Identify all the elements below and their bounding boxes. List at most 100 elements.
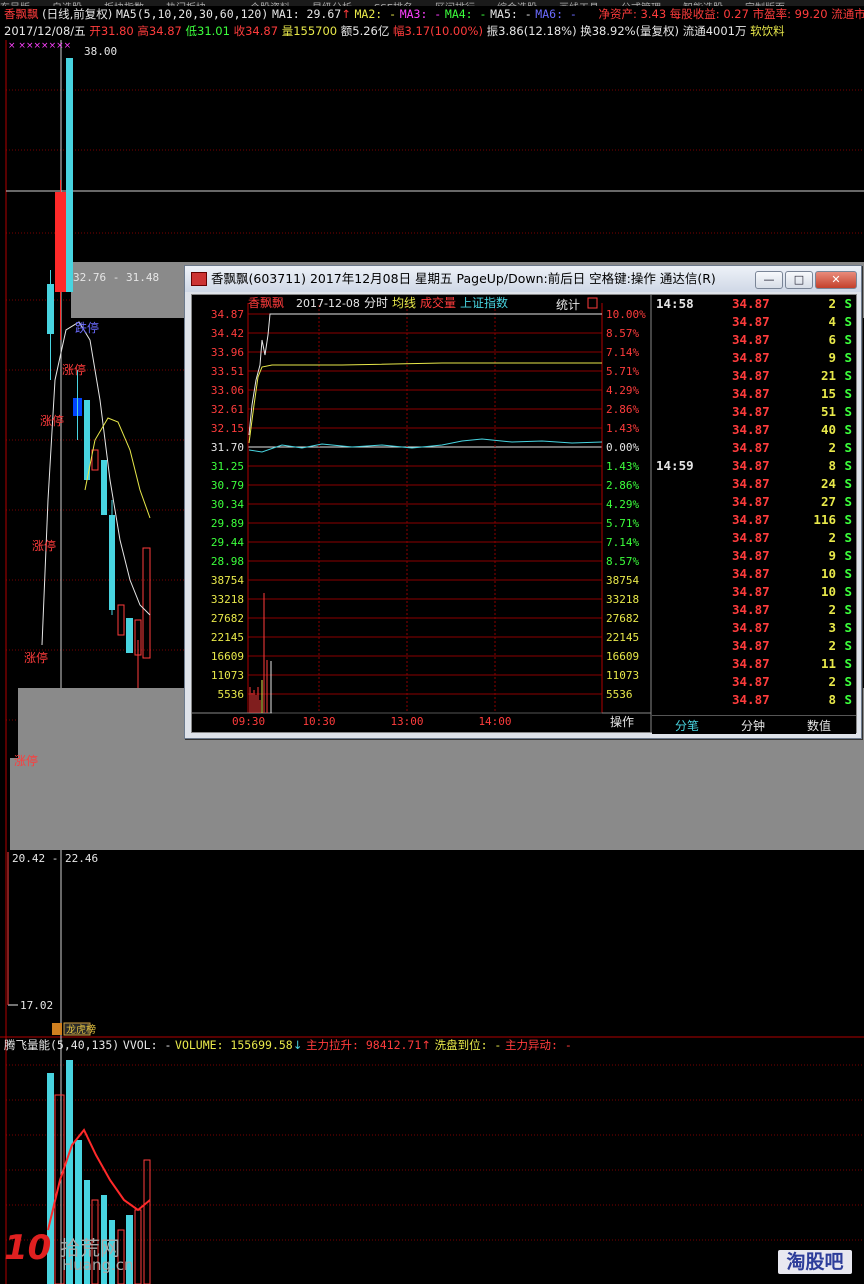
close-price: 收34.87 [233,24,279,38]
trade-price: 34.87 [732,386,770,401]
tab-ticks[interactable]: 分笔 [654,717,720,734]
trade-side: S [844,638,852,653]
pct-tick: 8.57% [606,327,639,340]
ma6-value: MA6: - [535,7,577,21]
low-price: 低31.01 [185,24,230,38]
open-price: 开31.80 [89,24,134,38]
popup-chart-date: 2017-12-08 [296,297,360,310]
trade-row: 34.87 8 S [652,692,856,710]
pct-tick: 4.29% [606,384,639,397]
trade-row: 34.87 15 S [652,386,856,404]
trade-list[interactable]: 14:58 34.87 2 S 34.87 4 S 34.87 6 S 34.87 9 S 34.87 21… [652,295,856,715]
change: 幅3.17(10.00%) [393,24,483,38]
trade-side: S [844,692,852,707]
maximize-button[interactable]: □ [785,271,813,289]
ma2-value: MA2: - [354,7,397,21]
price-tick: 29.89 [211,517,244,530]
popup-stock-name: 香飘飘 [248,296,284,310]
float-cap: 流通市 [831,7,864,21]
tab-values[interactable]: 数值 [786,717,852,734]
limit-up-label: 涨停 [32,538,56,553]
trade-price: 34.87 [732,692,770,707]
price-tick: 34.42 [211,327,244,340]
vvol-value: VVOL: - [122,1038,172,1052]
price-tick: 31.70 [211,441,244,454]
avg-line [248,362,602,444]
volume-tick: 22145 [606,631,639,644]
trade-volume: 4 [828,314,836,329]
trade-price: 34.87 [732,548,770,563]
trade-volume: 8 [828,692,836,707]
indicator-name[interactable]: 腾飞量能 [4,1038,50,1052]
time-tick: 14:00 [478,715,511,728]
trade-volume: 40 [820,422,836,437]
trade-volume: 8 [828,458,836,473]
tab-minutes[interactable]: 分钟 [720,717,786,734]
eps: 每股收益: 0.27 [669,7,749,21]
trade-volume: 9 [828,350,836,365]
trade-row: 34.87 9 S [652,548,856,566]
trade-row: 34.87 40 S [652,422,856,440]
candle [126,618,133,653]
ma2-line [84,417,151,519]
trade-time: 14:59 [656,458,694,473]
trade-price: 34.87 [732,296,770,311]
trade-price: 34.87 [732,404,770,419]
volume-tick: 22145 [211,631,244,644]
trade-volume: 10 [820,566,836,581]
trade-price: 34.87 [732,656,770,671]
popup-titlebar[interactable]: 香飘飘(603711) 2017年12月08日 星期五 PageUp/Down:… [185,266,861,292]
trade-row: 34.87 51 S [652,404,856,422]
trade-side: S [844,494,852,509]
pct-tick: 5.71% [606,517,639,530]
minimize-button[interactable]: — [755,271,783,289]
trade-row: 34.87 2 S [652,638,856,656]
intraday-chart[interactable]: 香飘飘 2017-12-08 分时 均线 成交量 上证指数 统计 34.8734… [192,295,652,732]
price-tick: 34.87 [211,308,244,321]
trade-side: S [844,404,852,419]
price-tick: 33.96 [211,346,244,359]
pct-tick: 1.43% [606,422,639,435]
indicator-params: (5,40,135) [50,1038,120,1052]
trade-side: S [844,674,852,689]
trade-volume: 116 [813,512,836,527]
trade-volume: 10 [820,584,836,599]
info-line-2: 2017/12/08/五 开31.80 高34.87 低31.01 收34.87… [4,23,785,39]
ma1-value: MA1: 29.67 [271,7,342,21]
pct-tick: 2.86% [606,403,639,416]
pct-tick: 0.00% [606,441,639,454]
volume-down-arrow-icon: ↓ [292,1038,303,1052]
trade-volume: 2 [828,602,836,617]
tab-index: 上证指数 [460,295,508,310]
pct-tick: 10.00% [606,308,646,321]
trade-side: S [844,620,852,635]
intraday-popup-window[interactable]: 香飘飘(603711) 2017年12月08日 星期五 PageUp/Down:… [184,265,862,739]
pct-tick: 2.86% [606,479,639,492]
turnover: 换38.92%(量复权) [580,24,680,38]
trade-side: S [844,512,852,527]
close-button[interactable]: ✕ [815,271,857,289]
watermark-logo-number: 10 [4,1228,52,1268]
volume: 量155700 [281,24,338,38]
ma-params: MA5(5,10,20,30,60,120) [115,7,269,21]
sector[interactable]: 软饮料 [750,24,785,38]
trade-price: 34.87 [732,458,770,473]
trade-side: S [844,602,852,617]
trade-row: 34.87 2 S [652,440,856,458]
pct-tick: 7.14% [606,346,639,359]
stock-name[interactable]: 香飘飘 [4,7,39,21]
trade-row: 34.87 4 S [652,314,856,332]
trade-volume: 2 [828,440,836,455]
volume-tick: 38754 [606,574,639,587]
watermark-logo-right: 淘股吧 [778,1250,852,1274]
signal-markers: × ××××××× [8,41,71,51]
amplitude: 振3.86(12.18%) [486,24,577,38]
trade-price: 34.87 [732,620,770,635]
volume-tick: 11073 [606,669,639,682]
trade-price: 34.87 [732,566,770,581]
price-tick: 29.44 [211,536,244,549]
trade-side: S [844,422,852,437]
tab-volume: 成交量 [420,295,456,310]
price-tick: 30.34 [211,498,244,511]
trade-volume: 6 [828,332,836,347]
